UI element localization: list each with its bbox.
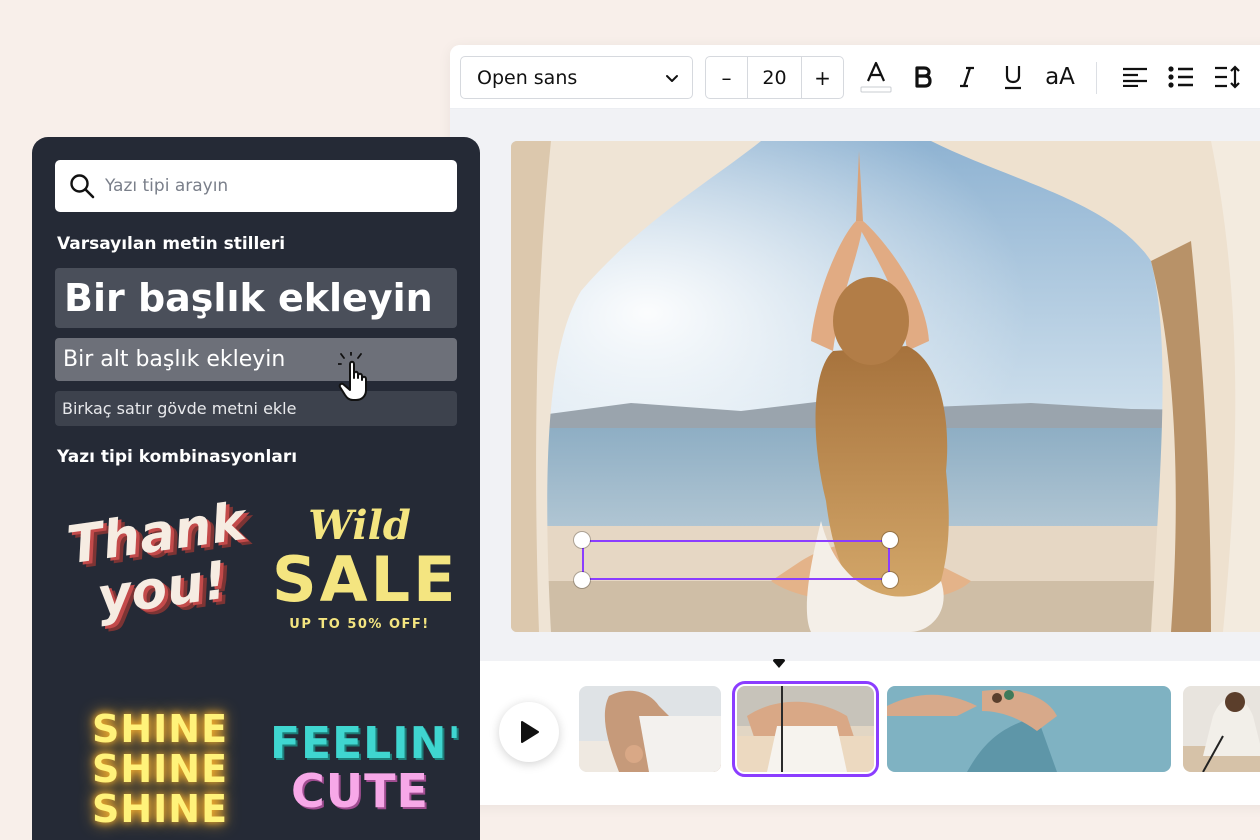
- timeline-clip-meditation-2[interactable]: [732, 681, 879, 777]
- combo-sale-subtext: UP TO 50% OFF!: [289, 617, 430, 632]
- line-spacing-icon: [1215, 65, 1240, 89]
- combo-sale-text: SALE: [272, 543, 459, 616]
- clip-thumbnail: [579, 686, 721, 772]
- add-body-text-button[interactable]: Birkaç satır gövde metni ekle: [55, 391, 457, 426]
- text-styles-panel: Yazı tipi arayın Varsayılan metin stille…: [32, 137, 480, 840]
- combo-feelin-text: FEELIN': [270, 718, 462, 769]
- default-styles-heading: Varsayılan metin stilleri: [57, 234, 286, 254]
- combo-shine[interactable]: SHINE SHINE SHINE: [92, 707, 229, 831]
- align-left-button[interactable]: [1120, 55, 1150, 99]
- timeline-clip-meditation-1[interactable]: [579, 686, 721, 772]
- bullet-list-icon: [1168, 66, 1193, 88]
- add-heading-button[interactable]: Bir başlık ekleyin: [55, 268, 457, 328]
- italic-icon: [960, 66, 974, 88]
- line-spacing-button[interactable]: [1212, 55, 1242, 99]
- timeline-clip-yoga-mat[interactable]: [887, 686, 1171, 772]
- font-combinations-heading: Yazı tipi kombinasyonları: [57, 447, 298, 467]
- decrease-font-size-button[interactable]: –: [706, 57, 747, 98]
- toolbar-divider: [1096, 62, 1097, 94]
- combo-shine-line2: SHINE: [92, 747, 229, 791]
- italic-button[interactable]: [952, 55, 982, 99]
- resize-handle-top-right[interactable]: [882, 532, 898, 548]
- resize-handle-top-left[interactable]: [574, 532, 590, 548]
- search-placeholder: Yazı tipi arayın: [105, 176, 229, 196]
- combo-wild-sale[interactable]: Wild SALE UP TO 50% OFF!: [272, 502, 459, 652]
- underline-button[interactable]: [998, 55, 1028, 99]
- resize-handle-bottom-left[interactable]: [574, 572, 590, 588]
- font-family-value: Open sans: [477, 66, 578, 89]
- font-family-dropdown[interactable]: Open sans: [460, 56, 693, 99]
- text-toolbar: Open sans – 20 + aA: [450, 45, 1260, 109]
- combo-shine-line1: SHINE: [92, 707, 229, 751]
- font-size-stepper: – 20 +: [705, 56, 844, 99]
- combo-thank-you[interactable]: Thank you!: [64, 492, 250, 657]
- bullet-list-button[interactable]: [1166, 55, 1196, 99]
- combo-cute-text: CUTE: [291, 764, 429, 818]
- combo-feelin-cute[interactable]: FEELIN' CUTE: [270, 718, 462, 818]
- combo-shine-line3: SHINE: [92, 787, 229, 831]
- resize-handle-bottom-right[interactable]: [882, 572, 898, 588]
- clip-thumbnail: [1183, 686, 1260, 772]
- letter-case-button[interactable]: aA: [1040, 55, 1080, 99]
- search-icon: [70, 174, 95, 199]
- underline-icon: [1005, 66, 1021, 90]
- bold-button[interactable]: [908, 55, 938, 99]
- editor-window: Open sans – 20 + aA: [450, 45, 1260, 805]
- text-selection-box[interactable]: [582, 540, 890, 580]
- font-search-input[interactable]: Yazı tipi arayın: [55, 160, 457, 212]
- font-size-input[interactable]: 20: [747, 57, 802, 98]
- bold-icon: [915, 66, 932, 88]
- hand-cursor-icon: [338, 352, 367, 401]
- video-timeline: [480, 659, 1260, 795]
- increase-font-size-button[interactable]: +: [802, 57, 843, 98]
- play-button[interactable]: [499, 702, 559, 762]
- clip-thumbnail: [887, 686, 1171, 772]
- chevron-down-icon: [666, 74, 678, 82]
- combo-wild-text: Wild: [308, 502, 411, 549]
- clip-thumbnail: [737, 686, 874, 772]
- timeline-clip-yoga-pose[interactable]: [1183, 686, 1260, 772]
- align-left-icon: [1123, 67, 1147, 87]
- playhead-marker-icon[interactable]: [772, 659, 786, 669]
- add-subheading-button[interactable]: Bir alt başlık ekleyin: [55, 338, 457, 381]
- play-icon: [521, 721, 539, 743]
- text-color-icon: [860, 61, 892, 93]
- text-color-button[interactable]: [858, 55, 894, 99]
